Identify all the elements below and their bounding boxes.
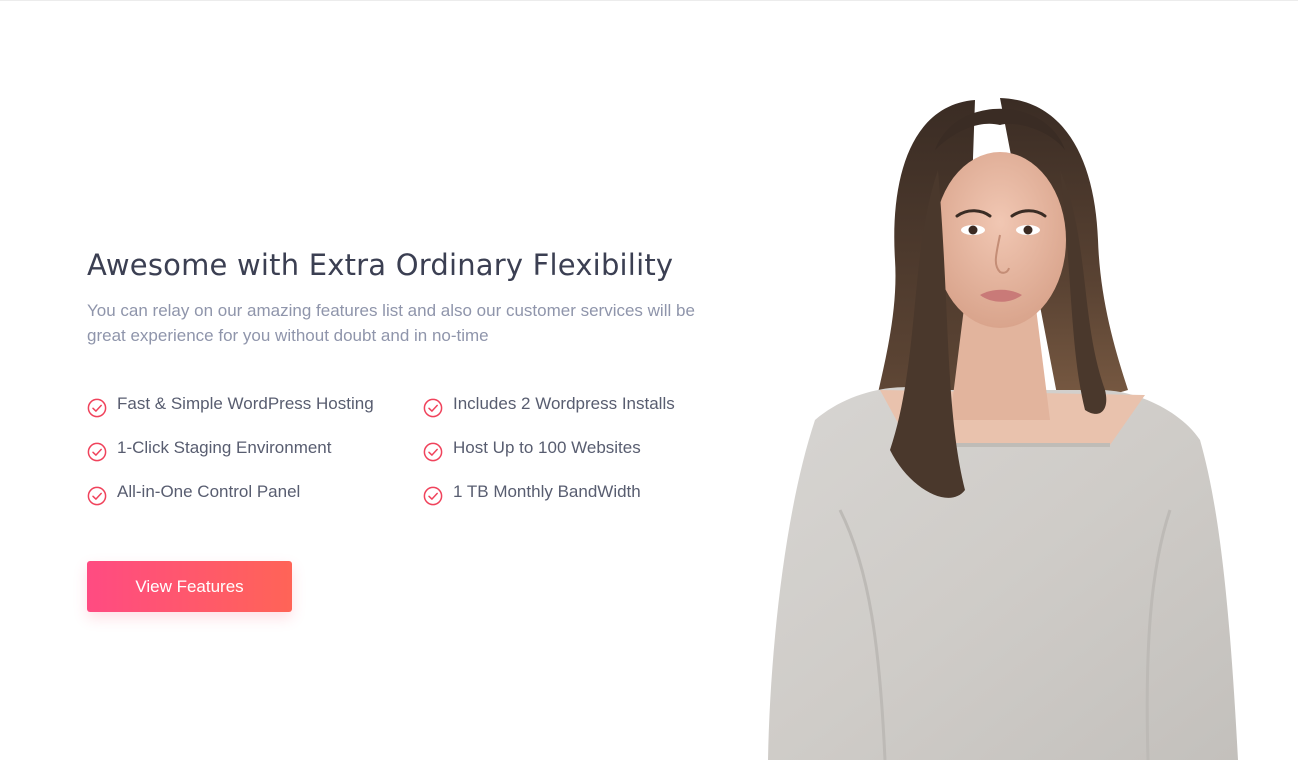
feature-label: All-in-One Control Panel <box>117 482 301 501</box>
feature-item: 1 TB Monthly BandWidth <box>423 480 723 507</box>
check-circle-icon <box>423 398 443 418</box>
feature-label: Host Up to 100 Websites <box>453 438 641 457</box>
top-divider <box>0 0 1298 1</box>
check-circle-icon <box>87 486 107 506</box>
feature-label: Fast & Simple WordPress Hosting <box>117 394 374 413</box>
feature-item: Fast & Simple WordPress Hosting <box>87 392 423 419</box>
feature-item: Host Up to 100 Websites <box>423 436 723 463</box>
feature-label: 1-Click Staging Environment <box>117 438 332 457</box>
view-features-button[interactable]: View Features <box>87 561 292 612</box>
feature-label: 1 TB Monthly BandWidth <box>453 482 641 501</box>
check-circle-icon <box>423 442 443 462</box>
feature-item: All-in-One Control Panel <box>87 480 423 507</box>
feature-label: Includes 2 Wordpress Installs <box>453 394 675 413</box>
hero-woman-photo <box>760 90 1250 760</box>
features-list: Fast & Simple WordPress Hosting Includes… <box>87 392 727 507</box>
check-circle-icon <box>423 486 443 506</box>
check-circle-icon <box>87 442 107 462</box>
feature-item: 1-Click Staging Environment <box>87 436 423 463</box>
section-subtext: You can relay on our amazing features li… <box>87 301 695 345</box>
feature-item: Includes 2 Wordpress Installs <box>423 392 723 419</box>
feature-section: Awesome with Extra Ordinary Flexibility … <box>87 244 727 612</box>
check-circle-icon <box>87 398 107 418</box>
section-headline: Awesome with Extra Ordinary Flexibility <box>87 248 674 282</box>
